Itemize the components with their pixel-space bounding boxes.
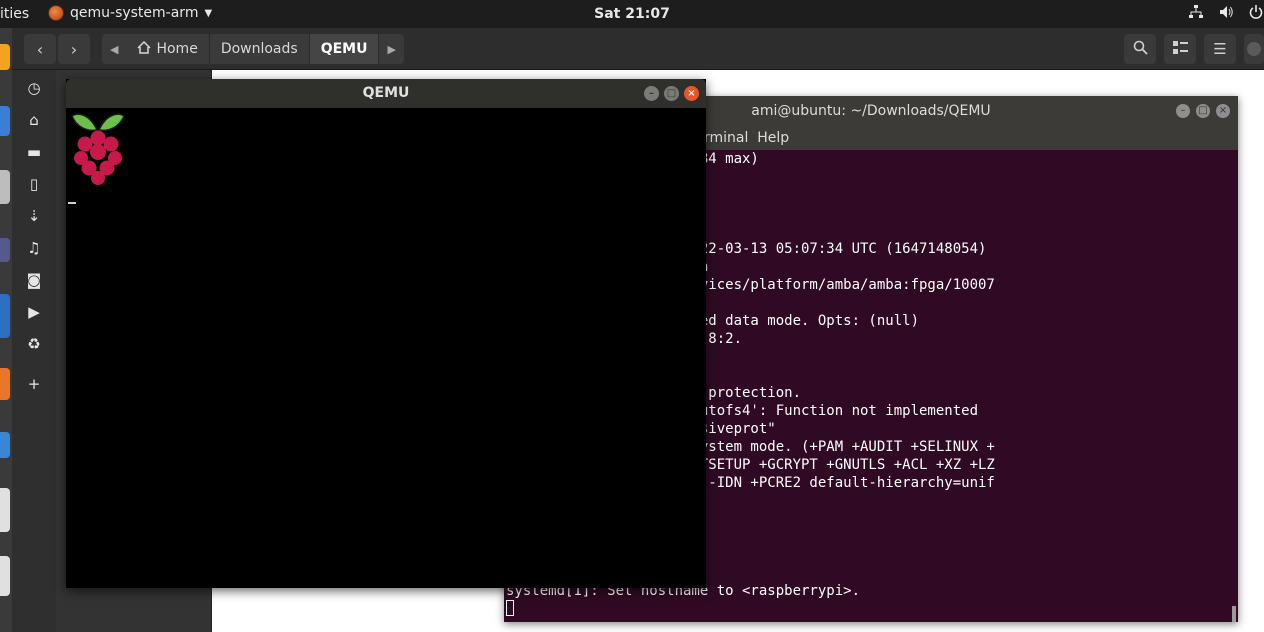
list-view-icon [1172, 40, 1188, 58]
minimize-icon [1247, 42, 1261, 56]
caret-left-icon: ◀ [110, 42, 119, 56]
video-icon[interactable]: ▶ [24, 302, 44, 322]
raspberry-pi-logo-icon [71, 113, 125, 185]
dock-app-help-icon[interactable] [0, 432, 10, 458]
file-manager-places-bar: ◷ ⌂ ▬ ▯ ⇣ ♫ ◙ ▶ ♻ + [12, 70, 56, 632]
app-name: qemu-system-arm [70, 5, 199, 21]
music-icon[interactable]: ♫ [24, 238, 44, 258]
back-button[interactable]: ‹ [24, 34, 56, 64]
dock-app-writer-icon[interactable] [0, 294, 10, 338]
qemu-app-icon [48, 5, 64, 21]
qemu-display[interactable] [66, 108, 706, 588]
app-menu[interactable]: qemu-system-arm ▼ [48, 5, 212, 21]
trash-icon[interactable]: ♻ [24, 334, 44, 354]
system-tray[interactable] [1188, 4, 1264, 24]
breadcrumb-downloads[interactable]: Downloads [210, 34, 310, 64]
chevron-right-icon: › [70, 39, 78, 59]
breadcrumb-home[interactable]: Home [126, 34, 210, 64]
terminal-scrollbar[interactable] [1232, 606, 1236, 622]
search-button[interactable] [1124, 34, 1156, 64]
terminal-maximize-button[interactable]: □ [1196, 104, 1210, 118]
dock-app-rhythmbox-icon[interactable] [0, 238, 10, 262]
search-icon [1133, 40, 1148, 59]
dock-app-amazon-icon[interactable] [0, 488, 10, 532]
volume-icon[interactable] [1218, 4, 1234, 24]
dock-app-software-icon[interactable] [0, 368, 10, 400]
home-icon[interactable]: ⌂ [24, 110, 44, 130]
dock [0, 28, 12, 632]
plus-icon[interactable]: + [24, 374, 44, 394]
menu-button[interactable]: ☰ [1204, 34, 1236, 64]
network-icon[interactable] [1188, 4, 1204, 24]
terminal-cursor [506, 600, 514, 616]
breadcrumb-qemu[interactable]: QEMU [309, 34, 380, 64]
recent-icon[interactable]: ◷ [24, 78, 44, 98]
qemu-text-cursor [68, 202, 76, 204]
dock-app-firefox-icon[interactable] [0, 44, 10, 70]
qemu-minimize-button[interactable]: – [644, 86, 659, 101]
breadcrumb-left-arrow[interactable]: ◀ [102, 34, 126, 64]
terminal-minimize-button[interactable]: – [1176, 104, 1190, 118]
download-icon[interactable]: ⇣ [24, 206, 44, 226]
chevron-down-icon: ▼ [204, 7, 213, 19]
caret-right-icon: ▶ [387, 42, 396, 56]
hamburger-icon: ☰ [1213, 40, 1227, 58]
power-icon[interactable] [1248, 4, 1264, 24]
document-icon[interactable]: ▯ [24, 174, 44, 194]
folder-icon[interactable]: ▬ [24, 142, 44, 162]
file-manager-tools: ☰ [1124, 34, 1264, 64]
file-manager-header: ‹ › ◀ Home Downloads QEMU ▶ ☰ [12, 28, 1264, 70]
qemu-maximize-button[interactable]: □ [664, 86, 679, 101]
terminal-menu-items[interactable]: rminal Help [704, 126, 789, 150]
home-icon [137, 40, 151, 58]
view-toggle-button[interactable] [1164, 34, 1196, 64]
camera-icon[interactable]: ◙ [24, 270, 44, 290]
terminal-close-button[interactable]: × [1216, 104, 1230, 118]
breadcrumb-home-label: Home [156, 41, 198, 57]
qemu-title: QEMU [362, 85, 410, 101]
minimize-button[interactable] [1244, 34, 1264, 64]
dock-app-thunderbird-icon[interactable] [0, 106, 10, 136]
dock-app-terminal-icon[interactable] [0, 556, 10, 596]
qemu-titlebar[interactable]: QEMU – □ × [66, 79, 706, 108]
qemu-window: QEMU – □ × [66, 79, 706, 588]
dock-app-files-icon[interactable] [0, 170, 10, 204]
forward-button[interactable]: › [58, 34, 90, 64]
chevron-left-icon: ‹ [36, 39, 44, 59]
breadcrumb: ◀ Home Downloads QEMU ▶ [102, 34, 404, 64]
activities-button[interactable]: ities [0, 6, 29, 22]
breadcrumb-right-arrow[interactable]: ▶ [379, 34, 403, 64]
top-bar: ities qemu-system-arm ▼ Sat 21:07 [0, 0, 1264, 28]
qemu-close-button[interactable]: × [684, 86, 699, 101]
